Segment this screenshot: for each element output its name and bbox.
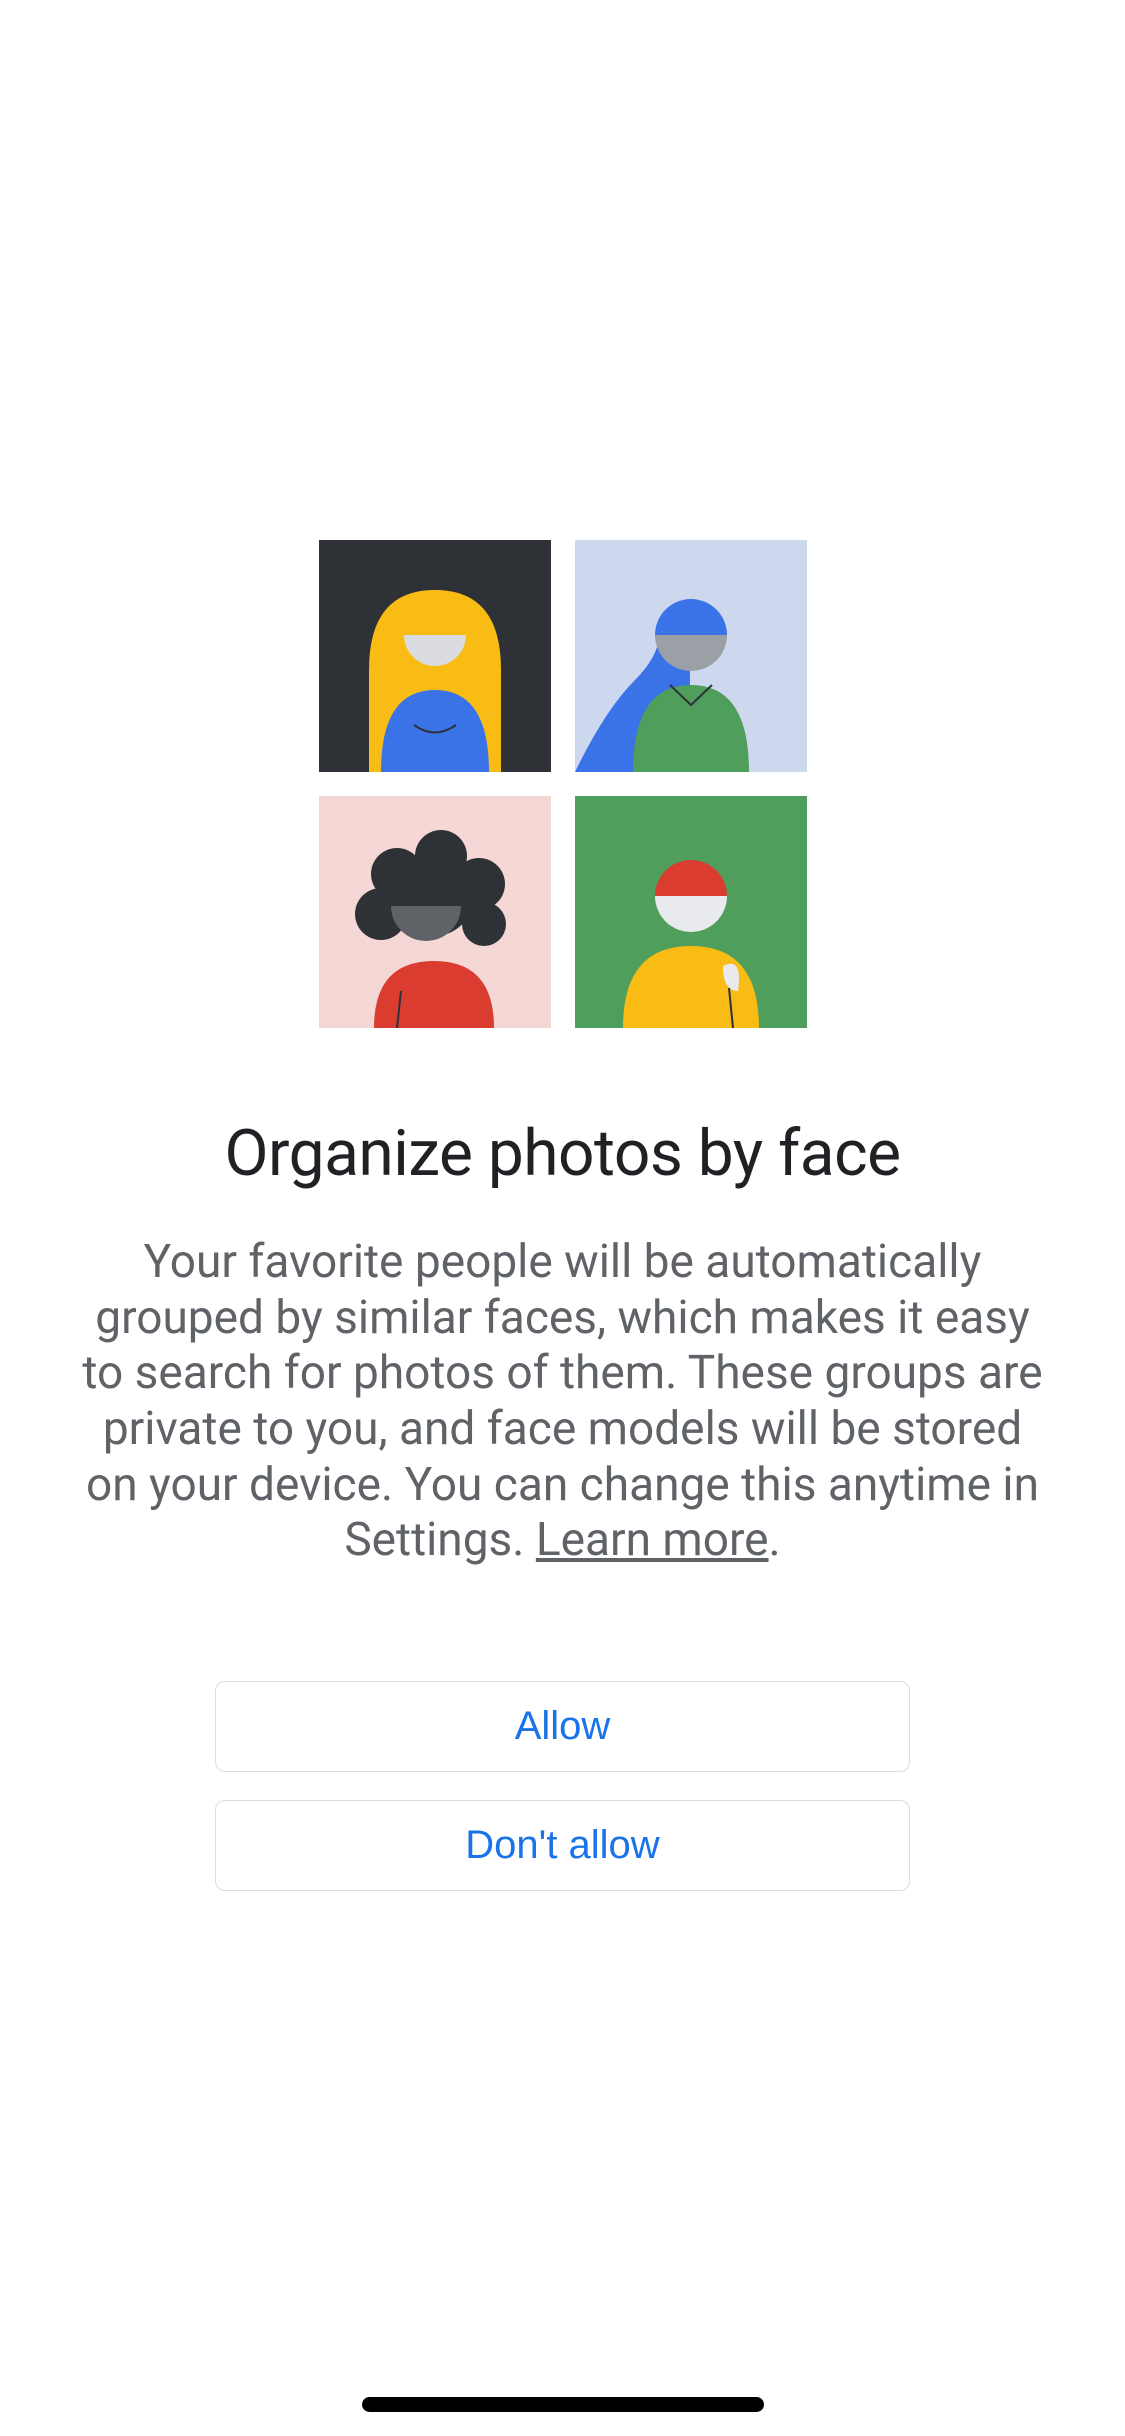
description-text: Your favorite people will be automatical… bbox=[0, 1235, 1125, 1569]
learn-more-link[interactable]: Learn more bbox=[536, 1513, 769, 1567]
avatar-tile-3 bbox=[319, 796, 551, 1028]
description-period: . bbox=[769, 1513, 781, 1567]
page-title: Organize photos by face bbox=[225, 1116, 901, 1191]
avatar-tile-1 bbox=[319, 540, 551, 772]
permission-dialog: Organize photos by face Your favorite pe… bbox=[0, 0, 1125, 1891]
dont-allow-button[interactable]: Don't allow bbox=[215, 1800, 910, 1891]
button-group: Allow Don't allow bbox=[215, 1681, 910, 1891]
avatar-illustration-grid bbox=[319, 540, 807, 1028]
avatar-tile-2 bbox=[575, 540, 807, 772]
avatar-tile-4 bbox=[575, 796, 807, 1028]
home-indicator[interactable] bbox=[362, 2397, 764, 2412]
allow-button[interactable]: Allow bbox=[215, 1681, 910, 1772]
